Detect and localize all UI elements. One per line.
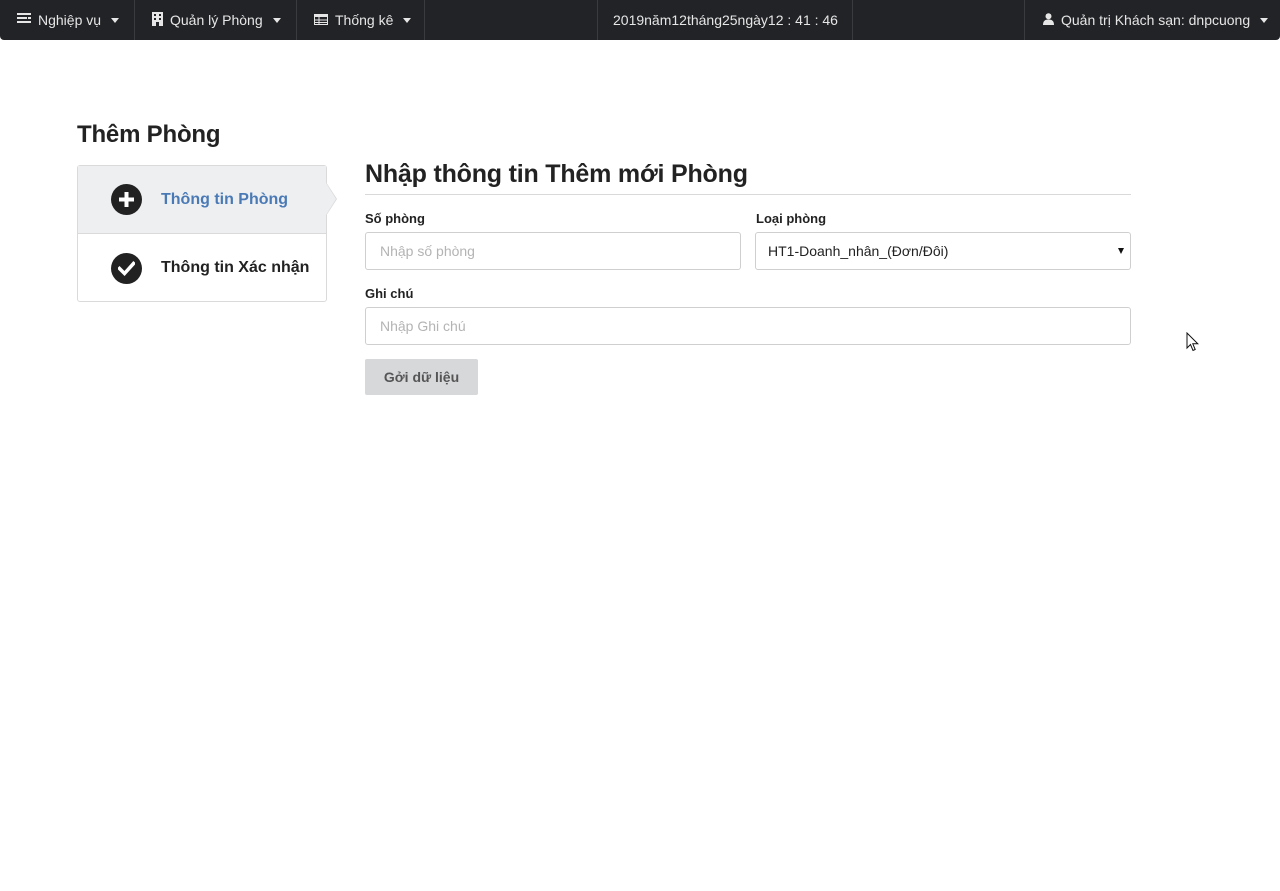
nav-divider [134,0,135,40]
step-thong-tin-xac-nhan[interactable]: Thông tin Xác nhận [78,234,326,302]
page-title: Thêm Phòng [77,121,221,148]
step-thong-tin-phong[interactable]: Thông tin Phòng [78,166,326,234]
chevron-down-icon [403,18,412,23]
chevron-down-icon [1260,18,1269,23]
loai-phong-selected-value: HT1-Doanh_nhân_(Đơn/Đôi) [768,243,949,259]
user-icon [1043,12,1054,28]
menu-quan-ly-phong-label: Quản lý Phòng [170,12,263,28]
form-title: Nhập thông tin Thêm mới Phòng [365,160,748,188]
ghi-chu-label: Ghi chú [365,286,414,301]
nav-divider [1024,0,1025,40]
active-step-pointer-fill [326,183,336,215]
step-label: Thông tin Phòng [161,190,289,208]
nav-divider [424,0,425,40]
clock-text: 2019năm12tháng25ngày12 : 41 : 46 [613,12,838,28]
nav-divider [296,0,297,40]
menu-nghiep-vu[interactable]: Nghiệp vụ [17,0,120,40]
user-menu[interactable]: Quản trị Khách sạn: dnpcuong [1043,0,1269,40]
plus-circle-icon [111,184,142,215]
nav-divider [597,0,598,40]
mouse-cursor-icon [1186,331,1200,357]
loai-phong-label: Loại phòng [756,211,827,226]
chevron-down-icon [272,18,281,23]
user-menu-label: Quản trị Khách sạn: dnpcuong [1061,12,1251,28]
form-divider [365,194,1131,195]
top-navbar: Nghiệp vụ Quản lý Phòng Thống kê 2019năm… [0,0,1280,40]
menu-quan-ly-phong[interactable]: Quản lý Phòng [152,0,281,40]
submit-button[interactable]: Gởi dữ liệu [365,359,478,395]
nav-divider [852,0,853,40]
menu-nghiep-vu-label: Nghiệp vụ [38,12,102,28]
check-circle-icon [111,252,142,284]
menu-thong-ke[interactable]: Thống kê [314,0,412,40]
so-phong-input[interactable] [365,232,741,270]
clock-display: 2019năm12tháng25ngày12 : 41 : 46 [613,0,838,40]
list-icon [17,12,31,28]
step-label: Thông tin Xác nhận [161,259,310,276]
wizard-steps: Thông tin Phòng Thông tin Xác nhận [77,165,327,302]
loai-phong-select[interactable]: HT1-Doanh_nhân_(Đơn/Đôi) [755,232,1131,270]
dropdown-arrow-icon [1118,248,1124,254]
ghi-chu-input[interactable] [365,307,1131,345]
menu-thong-ke-label: Thống kê [335,12,394,28]
chevron-down-icon [111,18,120,23]
table-icon [314,12,328,28]
so-phong-label: Số phòng [365,211,425,226]
building-icon [152,11,163,29]
